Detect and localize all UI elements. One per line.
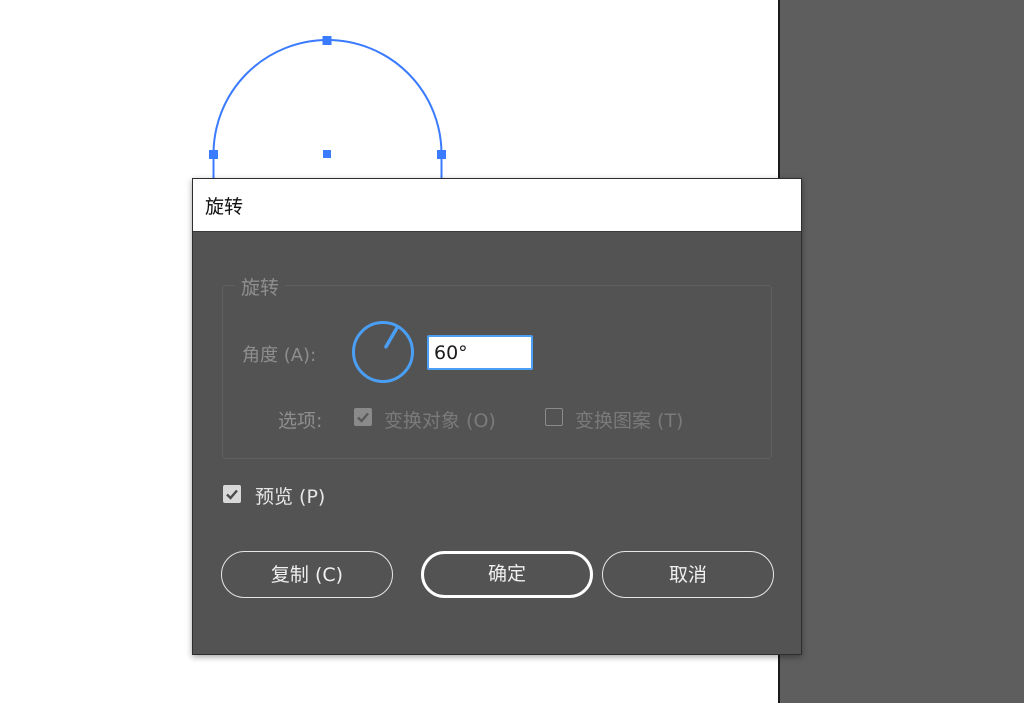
checkmark-icon [226,489,238,500]
selected-semicircle-shape[interactable] [205,33,450,193]
transform-objects-checkbox[interactable] [354,408,372,426]
angle-input[interactable] [427,335,533,370]
cancel-button[interactable]: 取消 [602,551,774,598]
pasteboard-area [778,0,1024,703]
anchor-center[interactable] [323,150,331,158]
angle-label: 角度 (A): [242,345,317,366]
transform-patterns-checkbox[interactable] [545,408,563,426]
checkmark-icon [357,412,369,423]
preview-checkbox[interactable] [223,485,241,503]
copy-button[interactable]: 复制 (C) [221,551,393,598]
anchor-right[interactable] [437,150,446,159]
transform-objects-label: 变换对象 (O) [384,410,496,432]
anchor-top[interactable] [322,36,332,45]
rotate-dialog: 旋转 旋转 角度 (A): 选项: 变换对象 (O) 变换图案 (T) 预览 (… [192,178,802,655]
ok-button[interactable]: 确定 [421,551,593,598]
rotate-group-legend: 旋转 [235,273,286,300]
anchor-left[interactable] [209,150,218,159]
angle-dial-icon[interactable] [350,319,416,385]
angle-dial-needle [384,326,399,349]
semicircle-path[interactable] [212,39,443,193]
dialog-title: 旋转 [205,196,244,218]
dialog-titlebar[interactable]: 旋转 [193,179,801,232]
preview-label: 预览 (P) [255,486,326,508]
transform-patterns-label: 变换图案 (T) [575,410,684,432]
options-label: 选项: [278,410,323,432]
